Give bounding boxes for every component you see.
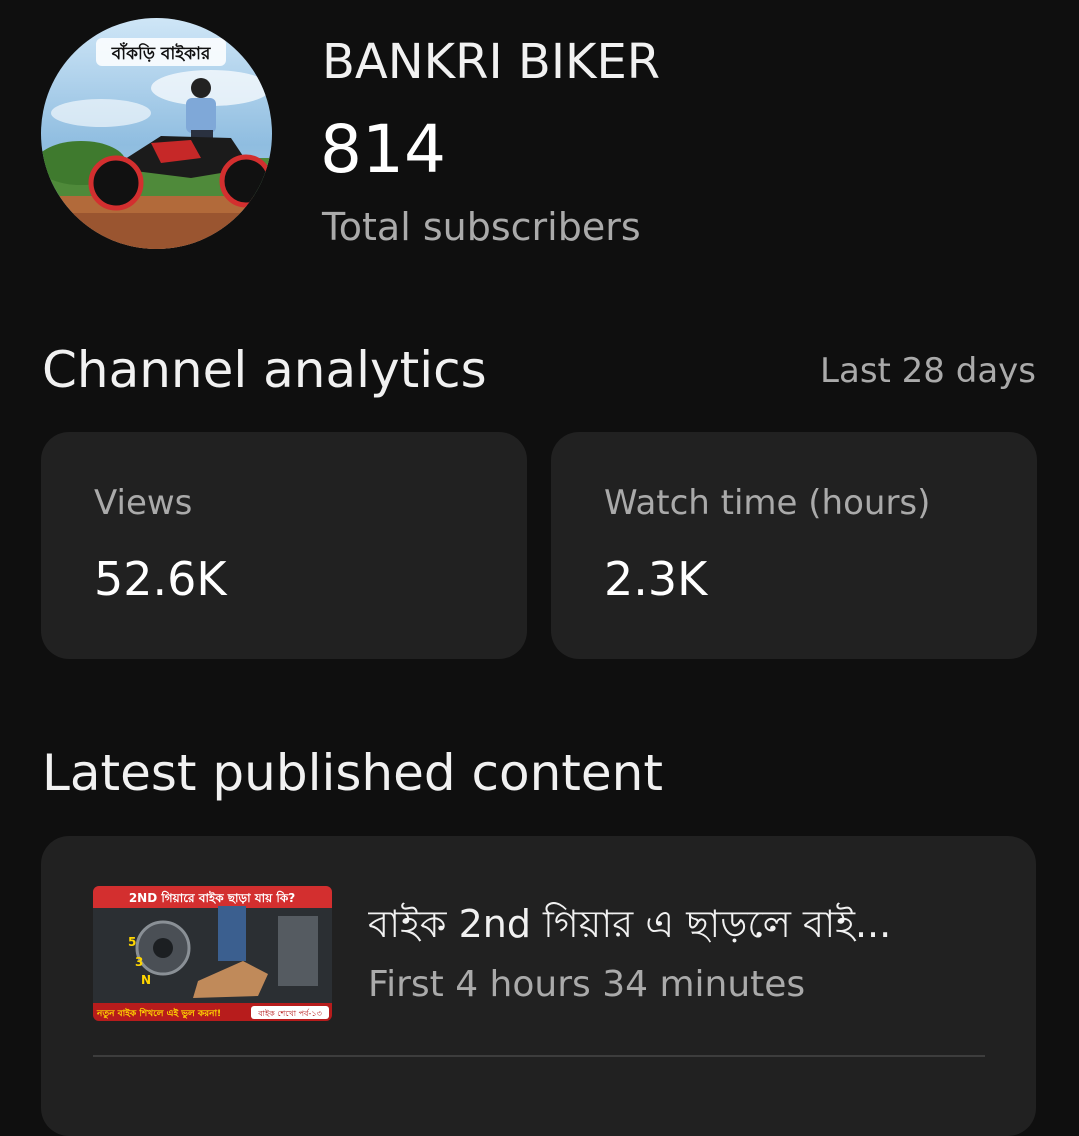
latest-content-card: 2ND গিয়ারে বাইক ছাড়া যায় কি? 5 3 N নত…	[41, 836, 1036, 1136]
subscriber-count: 814	[320, 111, 446, 188]
video-title[interactable]: বাইক 2nd গিয়ার এ ছাড়লে বাই...	[368, 900, 968, 948]
video-stat: First 4 hours 34 minutes	[368, 964, 806, 1005]
analytics-period: Last 28 days	[820, 351, 1036, 391]
channel-avatar[interactable]: বাঁকড়ি বাইকার	[41, 18, 272, 249]
divider	[93, 1055, 985, 1057]
thumbnail-bottom-text: নতুন বাইক শিখলে এই ভুল করনা!	[96, 1007, 221, 1020]
svg-text:5: 5	[128, 935, 136, 949]
views-label: Views	[94, 483, 193, 523]
thumbnail-top-text: 2ND গিয়ারে বাইক ছাড়া যায় কি?	[129, 890, 295, 905]
views-value: 52.6K	[94, 552, 227, 606]
watch-time-value: 2.3K	[604, 552, 708, 606]
watch-time-label: Watch time (hours)	[604, 483, 931, 523]
subscriber-label: Total subscribers	[322, 205, 641, 249]
latest-content-title: Latest published content	[42, 744, 663, 802]
video-thumbnail[interactable]: 2ND গিয়ারে বাইক ছাড়া যায় কি? 5 3 N নত…	[93, 886, 332, 1021]
svg-text:3: 3	[135, 955, 143, 969]
views-card[interactable]: Views 52.6K	[41, 432, 527, 659]
thumbnail-badge-text: বাইক শেখো পর্ব-১৩	[257, 1009, 322, 1018]
avatar-logo-text: বাঁকড়ি বাইকার	[111, 42, 211, 64]
channel-name: BANKRI BIKER	[322, 34, 661, 90]
svg-text:N: N	[141, 973, 151, 987]
watch-time-card[interactable]: Watch time (hours) 2.3K	[551, 432, 1037, 659]
analytics-title: Channel analytics	[42, 341, 487, 399]
